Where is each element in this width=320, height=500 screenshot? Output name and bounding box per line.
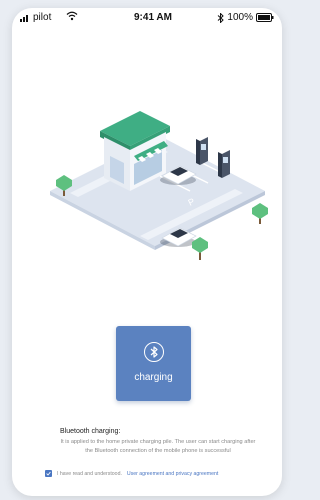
info-title: Bluetooth charging: (60, 428, 121, 435)
status-right: 100% (217, 12, 274, 23)
info-description: It is applied to the home private chargi… (60, 439, 256, 454)
agreement-link[interactable]: User agreement and privacy agreement (127, 471, 218, 477)
agreement-row: I have read and understood. User agreeme… (45, 470, 218, 477)
tree-2 (252, 203, 268, 224)
battery-icon (256, 13, 274, 22)
check-icon (46, 471, 51, 476)
status-time: 9:41 AM (134, 12, 172, 23)
carrier-label: pilot (33, 12, 52, 23)
charging-label: charging (134, 372, 173, 383)
bluetooth-icon (144, 342, 164, 362)
bluetooth-status-icon (218, 12, 225, 23)
phone-frame: pilot 9:41 AM 100% P charging Bluetooth … (12, 8, 282, 496)
charger-pile-2 (218, 150, 230, 178)
wifi-icon (66, 11, 78, 21)
charging-station-illustration: P (50, 111, 268, 260)
bluetooth-charging-button[interactable]: charging (116, 326, 191, 401)
charger-pile-1 (196, 137, 208, 165)
status-left: pilot (20, 12, 51, 23)
agreement-checkbox[interactable] (45, 470, 52, 477)
signal-icon (20, 14, 28, 22)
status-bar: pilot 9:41 AM 100% (12, 8, 282, 30)
agreement-text: I have read and understood. (57, 470, 122, 477)
battery-percent: 100% (227, 12, 253, 23)
